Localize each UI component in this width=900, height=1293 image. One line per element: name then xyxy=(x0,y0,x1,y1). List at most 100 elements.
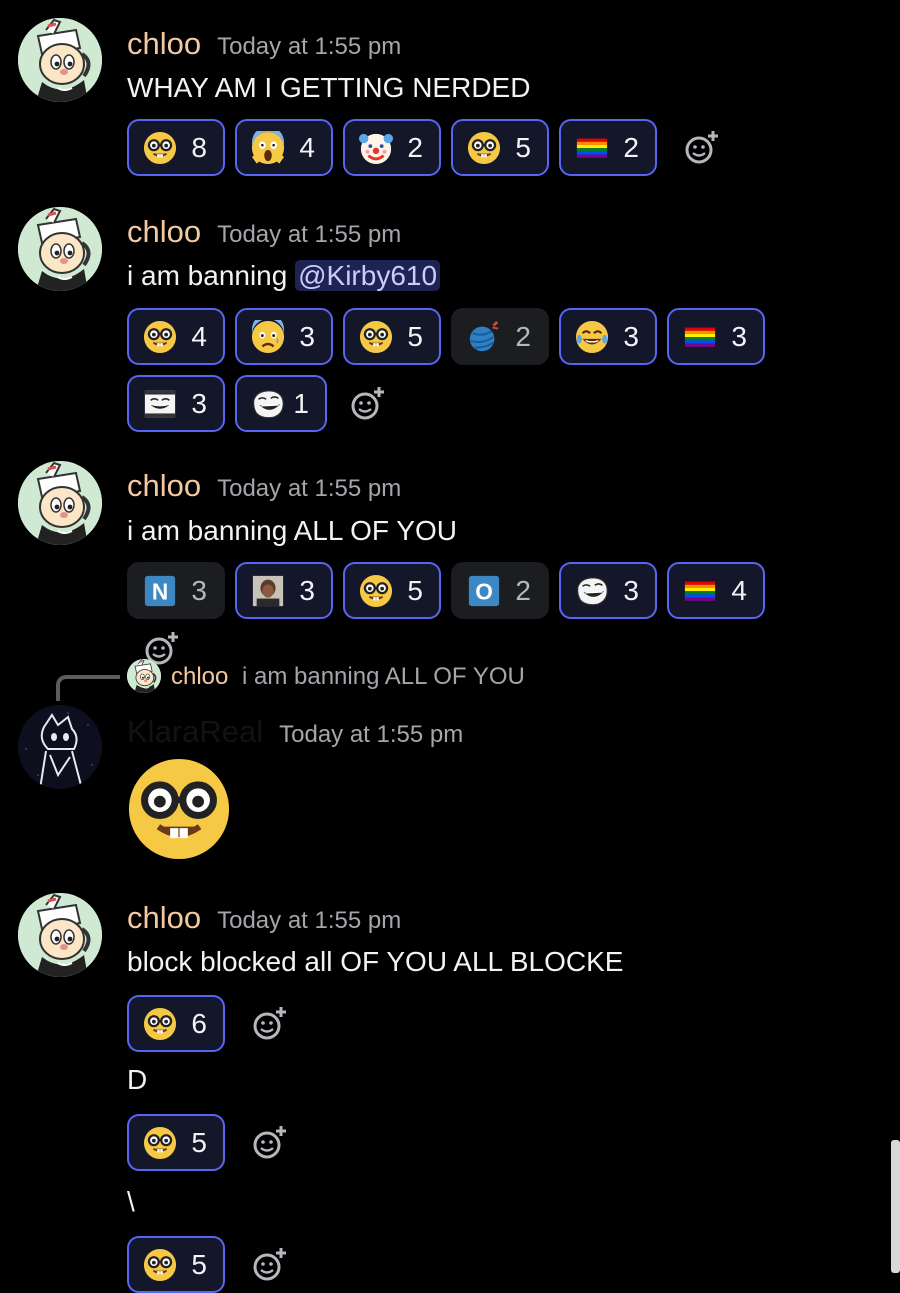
photo-face-icon xyxy=(251,574,285,608)
message-text: D xyxy=(127,1064,148,1095)
user-avatar-chloo[interactable] xyxy=(18,207,102,291)
reaction-rainbow-flag[interactable]: 4 xyxy=(667,562,765,619)
reaction-bar: 5 xyxy=(127,1236,787,1293)
username[interactable]: KlaraReal xyxy=(127,714,263,750)
reaction-count: 3 xyxy=(623,320,639,352)
nerd-face-icon xyxy=(143,1248,177,1282)
reply-preview-text[interactable]: i am banning ALL OF YOU xyxy=(242,663,525,691)
reaction-crying-laughing-face[interactable]: 3 xyxy=(559,308,657,365)
reaction-yarn-ball[interactable]: 2 xyxy=(451,308,549,365)
reaction-nerd-face[interactable]: 5 xyxy=(343,308,441,365)
reaction-count: 5 xyxy=(407,574,423,606)
reaction-count: 3 xyxy=(299,574,315,606)
nerd-face-icon xyxy=(359,574,393,608)
reaction-bar: 5 xyxy=(127,1114,787,1171)
reply-connector xyxy=(56,675,120,701)
reaction-nerd-face[interactable]: 5 xyxy=(127,1114,225,1171)
rainbow-flag-icon xyxy=(683,320,717,354)
user-avatar-klarareal[interactable] xyxy=(18,705,102,789)
reaction-count: 2 xyxy=(623,131,639,163)
message-text: \ xyxy=(127,1186,135,1217)
reaction-count: 6 xyxy=(191,1007,207,1039)
reaction-rainbow-flag[interactable]: 2 xyxy=(559,119,657,176)
anxious-face-icon xyxy=(251,320,285,354)
message-header: chloo Today at 1:55 pm xyxy=(127,900,401,936)
reaction-count: 1 xyxy=(293,387,309,419)
trollface-icon xyxy=(575,574,609,608)
reaction-trollface[interactable]: 3 xyxy=(559,562,657,619)
message-header: chloo Today at 1:55 pm xyxy=(127,468,401,504)
reply-username[interactable]: chloo xyxy=(171,663,228,691)
reaction-nerd-face-alt[interactable]: 5 xyxy=(451,119,549,176)
reaction-count: 5 xyxy=(191,1248,207,1280)
nerd-face-icon xyxy=(143,1126,177,1160)
user-avatar-chloo[interactable] xyxy=(18,18,102,102)
nerd-face-alt-icon xyxy=(143,320,177,354)
reaction-count: 2 xyxy=(515,320,531,352)
message-text: i am banning @Kirby610 xyxy=(127,260,441,292)
clown-face-icon xyxy=(359,131,393,165)
reaction-rainbow-flag[interactable]: 3 xyxy=(667,308,765,365)
message-text-prefix: i am banning xyxy=(127,260,296,291)
timestamp: Today at 1:55 pm xyxy=(217,33,402,60)
reaction-count: 4 xyxy=(299,131,315,163)
timestamp: Today at 1:55 pm xyxy=(217,475,402,502)
username[interactable]: chloo xyxy=(127,26,201,62)
reaction-letter-n[interactable]: 3 xyxy=(127,562,225,619)
reaction-count: 3 xyxy=(191,387,207,419)
yarn-ball-icon xyxy=(467,320,501,354)
scrollbar[interactable] xyxy=(891,1140,900,1273)
reaction-nerd-face[interactable]: 6 xyxy=(127,995,225,1052)
nerd-face-icon xyxy=(126,756,232,862)
reaction-bar: 6 xyxy=(127,995,787,1052)
reaction-nerd-face[interactable]: 8 xyxy=(127,119,225,176)
reaction-count: 5 xyxy=(191,1126,207,1158)
nerd-face-icon xyxy=(143,1007,177,1041)
user-avatar-chloo[interactable] xyxy=(18,893,102,977)
reaction-nerd-face-alt[interactable]: 4 xyxy=(127,308,225,365)
reaction-count: 5 xyxy=(407,320,423,352)
add-reaction-icon[interactable] xyxy=(249,1004,289,1044)
message-header: KlaraReal Today at 1:55 pm xyxy=(127,714,463,750)
reaction-photo-face[interactable]: 3 xyxy=(235,562,333,619)
message-text: WHAY AM I GETTING NERDED xyxy=(127,72,531,103)
reaction-count: 3 xyxy=(299,320,315,352)
reaction-bar: 3 3 5 2 3 4 xyxy=(127,562,787,669)
trollface-meme-icon xyxy=(143,387,177,421)
rainbow-flag-icon xyxy=(683,574,717,608)
message-text: block blocked all OF YOU ALL BLOCKE xyxy=(127,946,624,977)
crying-laughing-face-icon xyxy=(575,320,609,354)
nerd-face-alt-icon xyxy=(467,131,501,165)
letter-o-icon xyxy=(467,574,501,608)
reaction-bar: 8 4 2 5 2 xyxy=(127,119,787,176)
reaction-clown-face[interactable]: 2 xyxy=(343,119,441,176)
reaction-trollface-meme[interactable]: 3 xyxy=(127,375,225,432)
message-header: chloo Today at 1:55 pm xyxy=(127,214,401,250)
reaction-letter-o[interactable]: 2 xyxy=(451,562,549,619)
reply-avatar[interactable] xyxy=(127,659,161,693)
reaction-screaming-face[interactable]: 4 xyxy=(235,119,333,176)
add-reaction-icon[interactable] xyxy=(347,384,387,424)
reaction-count: 2 xyxy=(515,574,531,606)
timestamp: Today at 1:55 pm xyxy=(217,221,402,248)
reaction-count: 3 xyxy=(623,574,639,606)
reaction-count: 3 xyxy=(191,574,207,606)
timestamp: Today at 1:55 pm xyxy=(217,907,402,934)
reaction-nerd-face[interactable]: 5 xyxy=(127,1236,225,1293)
username[interactable]: chloo xyxy=(127,900,201,936)
trollface-icon xyxy=(251,387,285,421)
add-reaction-icon[interactable] xyxy=(249,1123,289,1163)
add-reaction-icon[interactable] xyxy=(249,1245,289,1285)
add-reaction-icon[interactable] xyxy=(681,128,721,168)
reaction-trollface[interactable]: 1 xyxy=(235,375,327,432)
user-mention[interactable]: @Kirby610 xyxy=(295,260,441,291)
reaction-count: 2 xyxy=(407,131,423,163)
user-avatar-chloo[interactable] xyxy=(18,461,102,545)
reaction-anxious-face[interactable]: 3 xyxy=(235,308,333,365)
nerd-face-icon xyxy=(359,320,393,354)
reaction-bar: 4 3 5 2 3 3 3 1 xyxy=(127,308,787,432)
username[interactable]: chloo xyxy=(127,214,201,250)
username[interactable]: chloo xyxy=(127,468,201,504)
reaction-count: 3 xyxy=(731,320,747,352)
reaction-nerd-face[interactable]: 5 xyxy=(343,562,441,619)
